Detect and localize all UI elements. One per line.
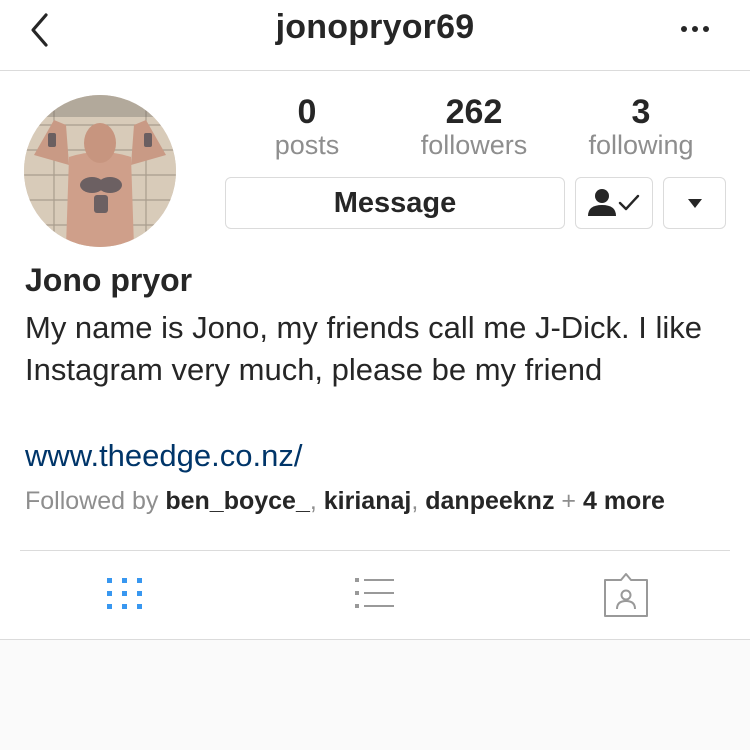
followed-by-prefix: Followed by	[25, 487, 159, 515]
profile-page: jonopryor69 0 posts 262 followers 3 foll…	[0, 0, 750, 750]
tagged-icon[interactable]	[602, 571, 650, 619]
message-button[interactable]: Message	[225, 177, 565, 229]
grid-icon[interactable]	[103, 571, 147, 615]
profile-website-link[interactable]: www.theedge.co.nz/	[25, 438, 302, 474]
followed-by[interactable]: Followed by ben_boyce_, kirianaj, danpee…	[25, 487, 665, 516]
avatar[interactable]	[24, 95, 176, 247]
posts-label: posts	[274, 130, 340, 160]
top-bar: jonopryor69	[0, 0, 750, 71]
follower-name: kirianaj	[323, 487, 412, 515]
bottom-border	[0, 639, 750, 640]
posts-count: 0	[297, 93, 317, 131]
follower-name: danpeeknz	[425, 487, 555, 515]
following-count: 3	[631, 93, 651, 131]
followers-label: followers	[420, 130, 528, 160]
avatar-photo	[24, 95, 176, 247]
person-check-icon	[588, 189, 640, 216]
posts-stat: 0 posts	[227, 93, 387, 161]
profile-username: jonopryor69	[275, 8, 475, 46]
followers-stat[interactable]: 262 followers	[394, 93, 554, 161]
following-label: following	[588, 130, 694, 160]
caret-down-icon	[687, 199, 702, 208]
profile-name: Jono pryor	[25, 262, 193, 298]
more-horizontal-icon[interactable]	[680, 24, 710, 34]
separator: ,	[309, 487, 317, 515]
plus-sign: +	[561, 487, 577, 515]
follower-name: ben_boyce_	[165, 487, 310, 515]
profile-section: 0 posts 262 followers 3 following Messag…	[0, 71, 750, 639]
following-button[interactable]	[575, 177, 653, 229]
list-icon[interactable]	[352, 571, 398, 615]
following-stat[interactable]: 3 following	[561, 93, 721, 161]
divider	[20, 550, 730, 551]
dropdown-button[interactable]	[663, 177, 726, 229]
profile-bio: My name is Jono, my friends call me J-Di…	[25, 310, 703, 387]
followers-count: 262	[445, 93, 503, 131]
separator: ,	[411, 487, 419, 515]
more-count: 4 more	[582, 487, 665, 515]
